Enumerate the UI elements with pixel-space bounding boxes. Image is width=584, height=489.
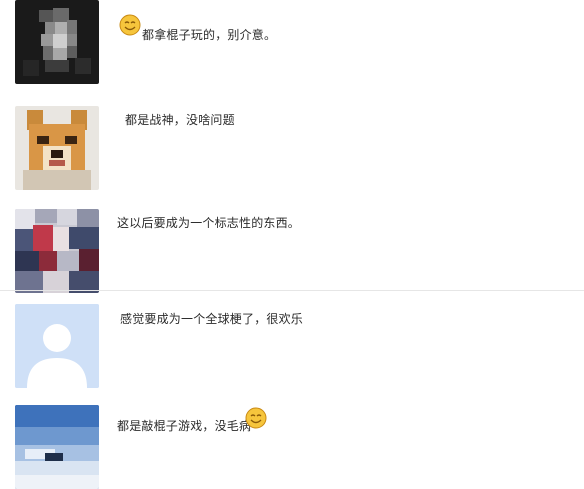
user-silhouette-icon	[15, 304, 99, 388]
monkey-avatar-image	[15, 0, 99, 84]
shiba-avatar-image	[15, 106, 99, 190]
shiba-avatar[interactable]	[15, 106, 99, 190]
comment-text: 都拿棍子玩的，别介意。	[142, 28, 277, 42]
comment-text: 感觉要成为一个全球梗了，很欢乐	[120, 312, 304, 326]
comment-text: 都是战神，没啥问题	[125, 113, 235, 127]
monkey-avatar[interactable]	[15, 0, 99, 84]
comment-item: 都是敲棍子游戏，没毛病	[0, 393, 584, 489]
default-user-avatar[interactable]	[15, 304, 99, 388]
photo-avatar-image	[15, 209, 99, 293]
photo-avatar[interactable]	[15, 209, 99, 293]
smile-emoji-icon	[119, 14, 141, 36]
comment-item: 都是战神，没啥问题	[0, 100, 584, 195]
comment-item: 感觉要成为一个全球梗了，很欢乐	[0, 291, 584, 393]
smile-emoji-icon	[245, 407, 267, 429]
comment-item: 这以后要成为一个标志性的东西。	[0, 195, 584, 293]
comment-text: 都是敲棍子游戏，没毛病	[117, 419, 252, 433]
sky-avatar[interactable]	[15, 405, 99, 489]
comment-text: 这以后要成为一个标志性的东西。	[117, 216, 301, 230]
sky-avatar-image	[15, 405, 99, 489]
comment-item: 都拿棍子玩的，别介意。	[0, 0, 584, 100]
